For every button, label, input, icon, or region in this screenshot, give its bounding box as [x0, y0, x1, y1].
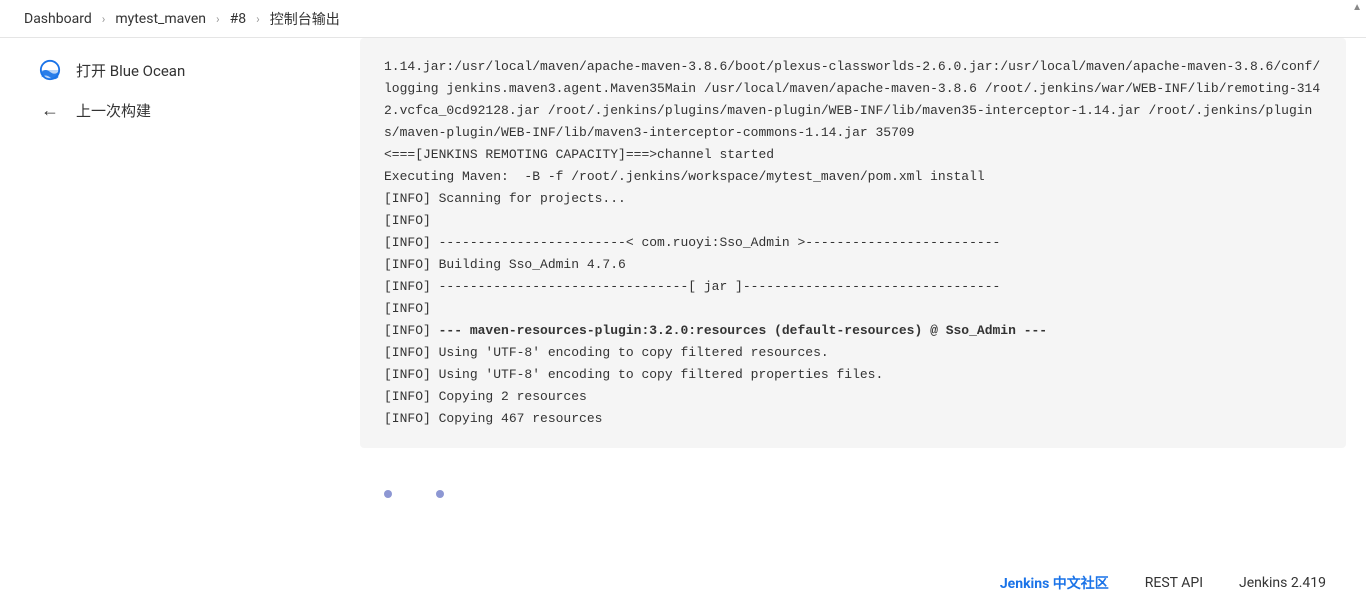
scrollbar-up-arrow[interactable]: ▲	[1352, 2, 1362, 13]
console-line: 1.14.jar:/usr/local/maven/apache-maven-3…	[384, 56, 1322, 144]
footer-community-link[interactable]: Jenkins 中文社区	[1000, 573, 1109, 593]
console-line: [INFO] Copying 2 resources	[384, 386, 1322, 408]
loading-indicator	[384, 490, 1346, 498]
loading-dot	[436, 490, 444, 498]
main-content: 1.14.jar:/usr/local/maven/apache-maven-3…	[360, 38, 1366, 559]
console-line: [INFO] ------------------------< com.ruo…	[384, 232, 1322, 254]
breadcrumb-build[interactable]: #8	[222, 7, 255, 31]
chevron-right-icon: ›	[256, 12, 260, 26]
sidebar-item-blueocean[interactable]: 打开 Blue Ocean	[26, 50, 360, 90]
console-line: [INFO]	[384, 298, 1322, 320]
footer-rest-api-link[interactable]: REST API	[1145, 575, 1203, 591]
chevron-right-icon: ›	[216, 12, 220, 26]
chevron-right-icon: ›	[102, 12, 106, 26]
breadcrumb-console[interactable]: 控制台输出	[262, 5, 348, 33]
blueocean-icon	[38, 58, 62, 82]
console-line: [INFO] Copying 467 resources	[384, 408, 1322, 430]
console-line: <===[JENKINS REMOTING CAPACITY]===>chann…	[384, 144, 1322, 166]
sidebar: 打开 Blue Ocean ← 上一次构建	[0, 38, 360, 559]
sidebar-item-prev-build[interactable]: ← 上一次构建	[26, 90, 360, 130]
loading-dot	[384, 490, 392, 498]
breadcrumb-project[interactable]: mytest_maven	[107, 7, 214, 31]
sidebar-item-label: 打开 Blue Ocean	[76, 60, 185, 81]
footer: Jenkins 中文社区 REST API Jenkins 2.419	[0, 559, 1366, 607]
arrow-left-icon: ←	[38, 98, 62, 122]
console-output: 1.14.jar:/usr/local/maven/apache-maven-3…	[360, 38, 1346, 448]
console-line: Executing Maven: -B -f /root/.jenkins/wo…	[384, 166, 1322, 188]
console-line: [INFO] Using 'UTF-8' encoding to copy fi…	[384, 342, 1322, 364]
console-line: [INFO] Using 'UTF-8' encoding to copy fi…	[384, 364, 1322, 386]
footer-version: Jenkins 2.419	[1239, 575, 1326, 591]
console-line: [INFO] Scanning for projects...	[384, 188, 1322, 210]
console-line: [INFO]	[384, 210, 1322, 232]
console-line: [INFO] --- maven-resources-plugin:3.2.0:…	[384, 320, 1322, 342]
console-line: [INFO] --------------------------------[…	[384, 276, 1322, 298]
console-line: [INFO] Building Sso_Admin 4.7.6	[384, 254, 1322, 276]
breadcrumb: Dashboard › mytest_maven › #8 › 控制台输出	[0, 0, 1366, 38]
sidebar-item-label: 上一次构建	[76, 100, 151, 121]
breadcrumb-dashboard[interactable]: Dashboard	[16, 7, 100, 31]
